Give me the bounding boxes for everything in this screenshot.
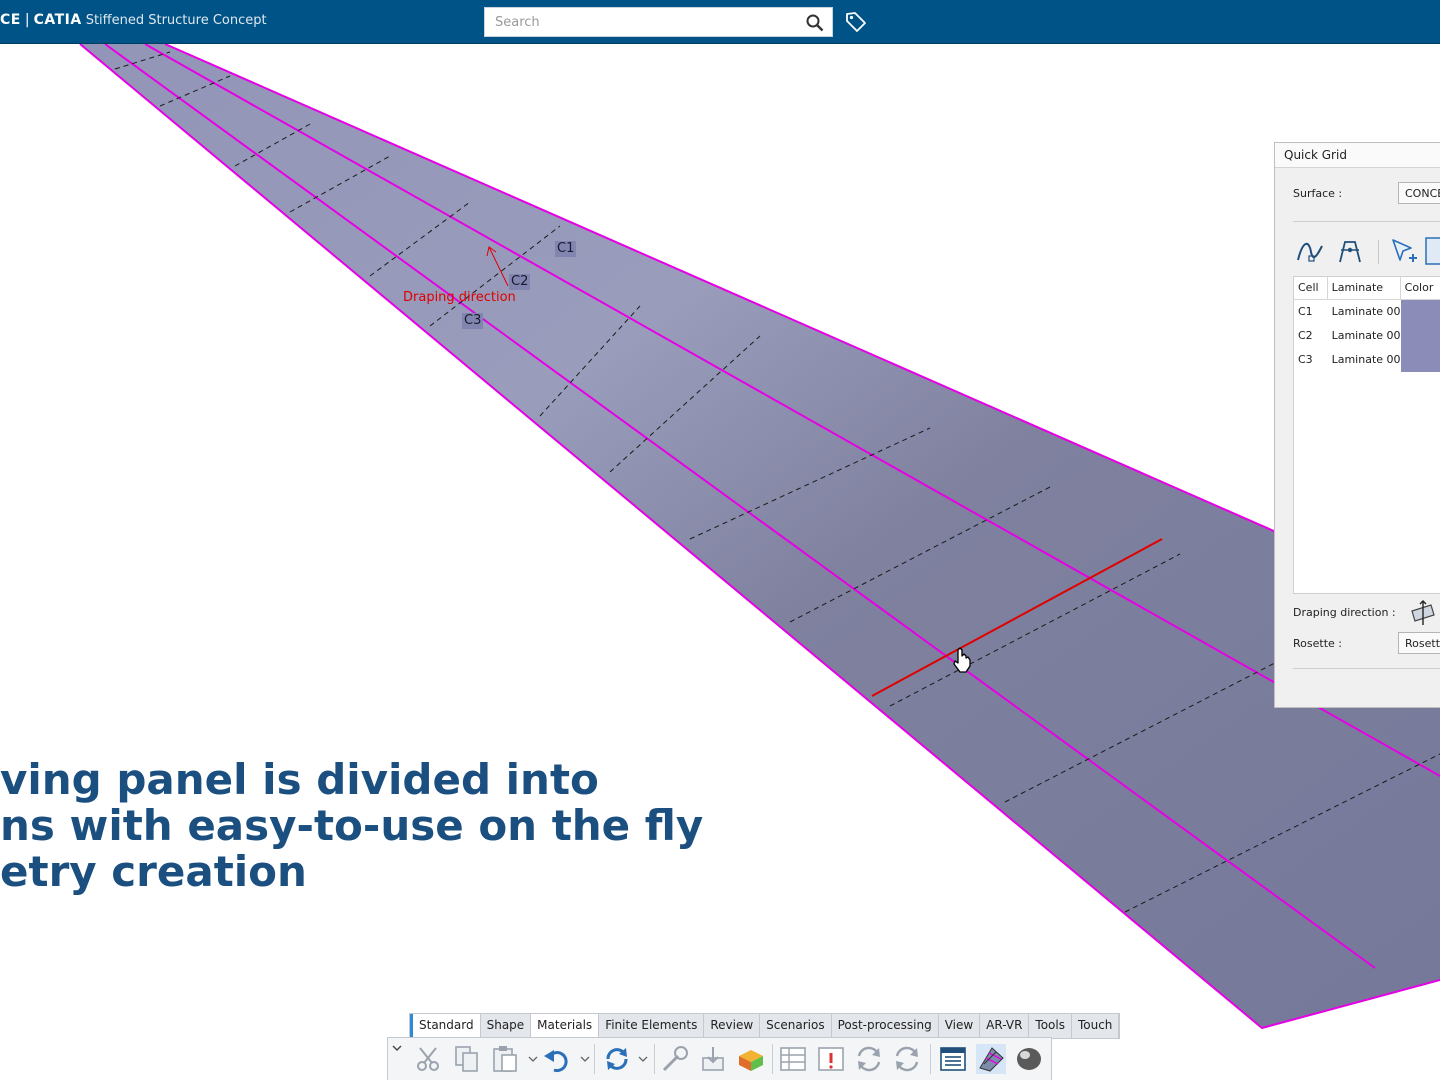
- color-swatch[interactable]: [1400, 348, 1440, 372]
- color-swatch[interactable]: [1400, 324, 1440, 348]
- cut-icon[interactable]: [414, 1044, 444, 1074]
- paste-icon[interactable]: [490, 1044, 520, 1074]
- copy-icon[interactable]: [452, 1044, 482, 1074]
- select-add-icon[interactable]: [1389, 236, 1419, 266]
- action-bar: [387, 1037, 1052, 1080]
- brand: CE | CATIA Stiffened Structure Concept: [0, 12, 267, 28]
- undo-dropdown-icon[interactable]: [580, 1055, 590, 1063]
- quick-grid-icon[interactable]: [976, 1044, 1006, 1074]
- tab-scenarios[interactable]: Scenarios: [760, 1014, 832, 1038]
- tab-materials[interactable]: Materials: [531, 1014, 600, 1038]
- caption-line-2: ns with easy-to-use on the fly: [0, 801, 704, 850]
- material-icon[interactable]: [736, 1044, 766, 1074]
- brand-separator: |: [24, 12, 30, 28]
- cell-label-c3[interactable]: C3: [462, 313, 484, 329]
- product-name: Stiffened Structure Concept: [85, 13, 267, 28]
- tab-finite-elements[interactable]: Finite Elements: [599, 1014, 705, 1038]
- rosette-label: Rosette :: [1293, 637, 1342, 650]
- laminate-name: Laminate 00...: [1331, 329, 1401, 342]
- column-header-laminate[interactable]: Laminate: [1328, 277, 1401, 299]
- spar-line-2: [144, 44, 1440, 777]
- column-header-color[interactable]: Color: [1401, 277, 1440, 299]
- table-icon[interactable]: [778, 1044, 808, 1074]
- render-style-icon[interactable]: [1014, 1044, 1044, 1074]
- draping-direction-label: Draping direction: [403, 290, 516, 305]
- column-header-cell[interactable]: Cell: [1294, 277, 1328, 299]
- caption-text: ving panel is divided into ns with easy-…: [0, 757, 703, 895]
- laminate-name: Laminate 00...: [1331, 305, 1401, 318]
- 3d-viewport[interactable]: C1 C2 C3 Draping direction: [0, 44, 1440, 1080]
- tab-touch[interactable]: Touch: [1072, 1014, 1120, 1038]
- undo-icon[interactable]: [542, 1044, 572, 1074]
- draping-direction-icon[interactable]: [1409, 599, 1437, 627]
- tab-review[interactable]: Review: [704, 1014, 761, 1038]
- color-swatch[interactable]: [1400, 300, 1440, 324]
- toolbar-separator: [1378, 240, 1379, 264]
- tab-view[interactable]: View: [939, 1014, 981, 1038]
- wing-panel-geometry: [79, 44, 1440, 1030]
- quick-grid-panel: Quick Grid Surface : CONCEPT Cell Lamina…: [1274, 142, 1440, 708]
- toolbar-separator: [594, 1044, 595, 1074]
- brand-prefix: CE: [0, 12, 21, 28]
- paste-dropdown-icon[interactable]: [528, 1055, 538, 1063]
- sync-icon[interactable]: [854, 1044, 884, 1074]
- cell-name: C2: [1298, 329, 1313, 342]
- surface-label: Surface :: [1293, 187, 1343, 200]
- tab-shape[interactable]: Shape: [481, 1014, 532, 1038]
- cell-name: C1: [1298, 305, 1313, 318]
- toolbar-separator: [654, 1044, 655, 1074]
- cell-label-c2[interactable]: C2: [509, 274, 531, 290]
- action-bar-tabs: Standard Shape Materials Finite Elements Rev…: [409, 1013, 1121, 1039]
- rosette-field[interactable]: Rosette: [1398, 632, 1440, 654]
- tools-icon[interactable]: [660, 1044, 690, 1074]
- update-icon[interactable]: [602, 1044, 632, 1074]
- list-view-icon[interactable]: [938, 1044, 968, 1074]
- chevron-down-icon[interactable]: [391, 1042, 403, 1054]
- cell-name: C3: [1298, 353, 1313, 366]
- cell-table-header: Cell Laminate Color: [1294, 277, 1440, 300]
- update-dropdown-icon[interactable]: [638, 1055, 648, 1063]
- import-icon[interactable]: [698, 1044, 728, 1074]
- tab-ar-vr[interactable]: AR-VR: [980, 1014, 1030, 1038]
- cell-table: Cell Laminate Color C1 Laminate 00... C2…: [1293, 276, 1440, 594]
- laminate-name: Laminate 00...: [1331, 353, 1401, 366]
- tag-icon[interactable]: [845, 11, 867, 33]
- draping-direction-field-label: Draping direction :: [1293, 606, 1396, 619]
- curve-icon[interactable]: [1295, 236, 1325, 266]
- panel-title[interactable]: Quick Grid: [1275, 143, 1440, 168]
- tab-standard[interactable]: Standard: [410, 1014, 481, 1038]
- refresh-icon[interactable]: [892, 1044, 922, 1074]
- surface-field[interactable]: CONCEPT: [1398, 182, 1440, 204]
- search-icon[interactable]: [806, 14, 824, 32]
- panel-divider: [1293, 221, 1440, 222]
- toolbar-separator: [772, 1044, 773, 1074]
- brand-name: CATIA: [33, 12, 82, 28]
- tab-tools[interactable]: Tools: [1029, 1014, 1072, 1038]
- caption-line-3: etry creation: [0, 847, 307, 896]
- cell-label-c1[interactable]: C1: [555, 241, 577, 257]
- top-bar: CE | CATIA Stiffened Structure Concept: [0, 0, 1440, 44]
- panel-divider-bottom: [1293, 668, 1440, 669]
- search-input[interactable]: [493, 14, 797, 31]
- search-box[interactable]: [484, 7, 833, 37]
- table-row[interactable]: C3 Laminate 00...: [1294, 348, 1440, 372]
- tab-post-processing[interactable]: Post-processing: [832, 1014, 939, 1038]
- toolbar-separator: [930, 1044, 931, 1074]
- table-row[interactable]: C2 Laminate 00...: [1294, 324, 1440, 348]
- table-row[interactable]: C1 Laminate 00...: [1294, 300, 1440, 324]
- grid-tool-icon[interactable]: [1425, 236, 1440, 266]
- split-curve-icon[interactable]: [1335, 236, 1365, 266]
- caption-line-1: ving panel is divided into: [0, 755, 599, 804]
- check-icon[interactable]: [816, 1044, 846, 1074]
